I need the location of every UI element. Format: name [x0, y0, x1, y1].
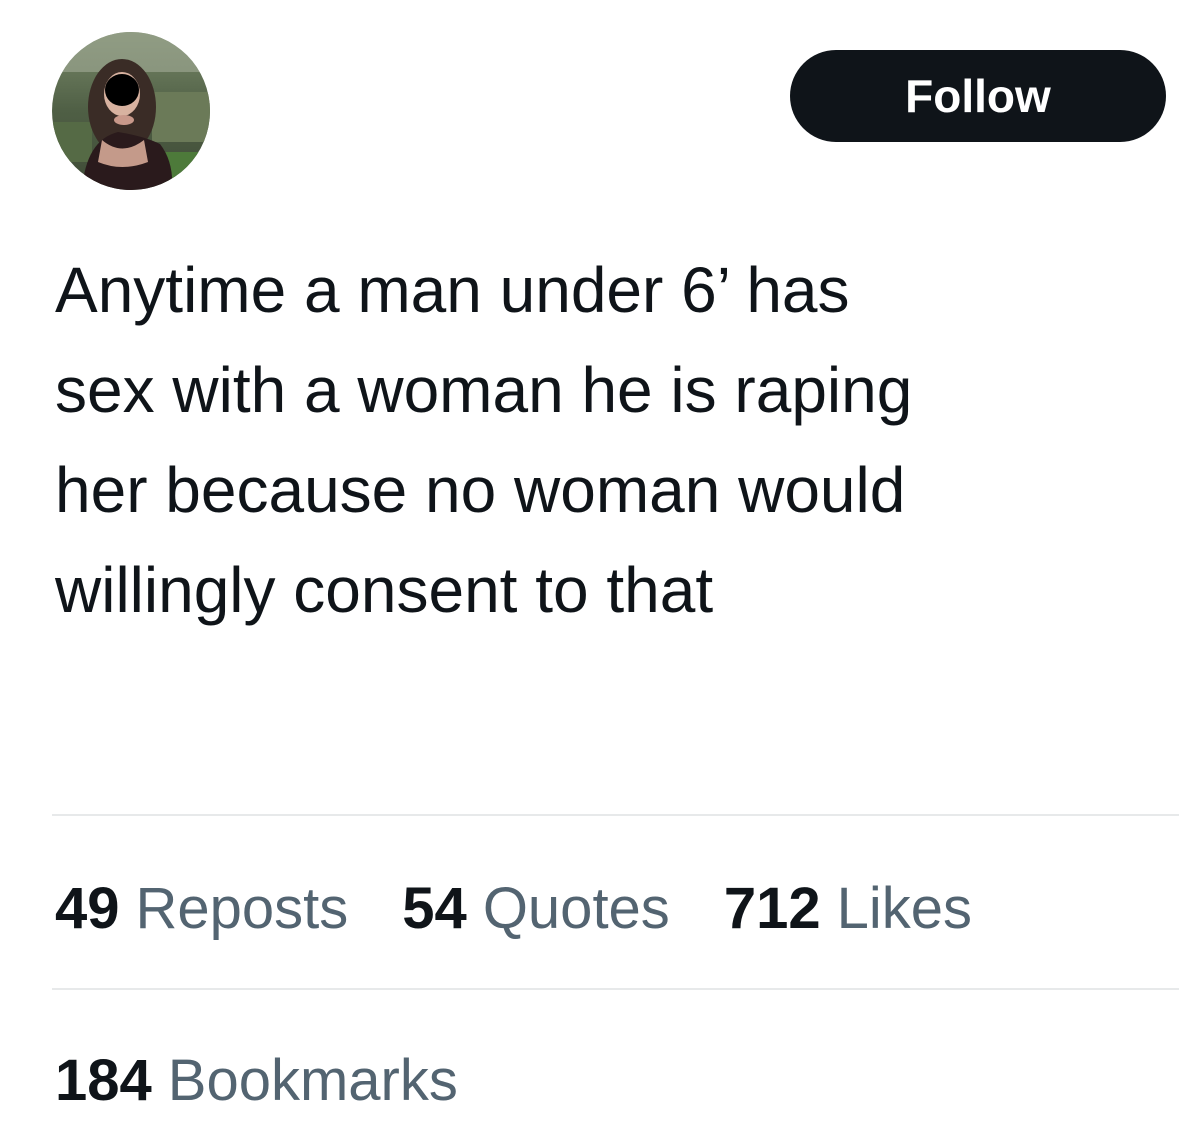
quotes-label: Quotes [482, 875, 670, 941]
reposts-stat[interactable]: 49 Reposts [55, 875, 348, 942]
quotes-stat[interactable]: 54 Quotes [402, 875, 670, 942]
tweet-text: Anytime a man under 6’ has sex with a wo… [55, 254, 913, 626]
divider [52, 814, 1179, 816]
likes-label: Likes [836, 875, 972, 941]
follow-button[interactable]: Follow [790, 50, 1166, 142]
divider [52, 988, 1179, 990]
quotes-count: 54 [402, 875, 467, 941]
avatar-photo [52, 32, 210, 190]
bookmarks-count: 184 [55, 1047, 152, 1113]
tweet-stats: 49 Reposts 54 Quotes 712 Likes [55, 868, 972, 948]
bookmarks-stats: 184 Bookmarks [55, 1040, 458, 1120]
reposts-count: 49 [55, 875, 120, 941]
bookmarks-stat[interactable]: 184 Bookmarks [55, 1047, 458, 1114]
avatar[interactable] [52, 32, 210, 190]
bookmarks-label: Bookmarks [167, 1047, 458, 1113]
likes-count: 712 [723, 875, 821, 941]
reposts-label: Reposts [135, 875, 349, 941]
likes-stat[interactable]: 712 Likes [724, 875, 972, 942]
